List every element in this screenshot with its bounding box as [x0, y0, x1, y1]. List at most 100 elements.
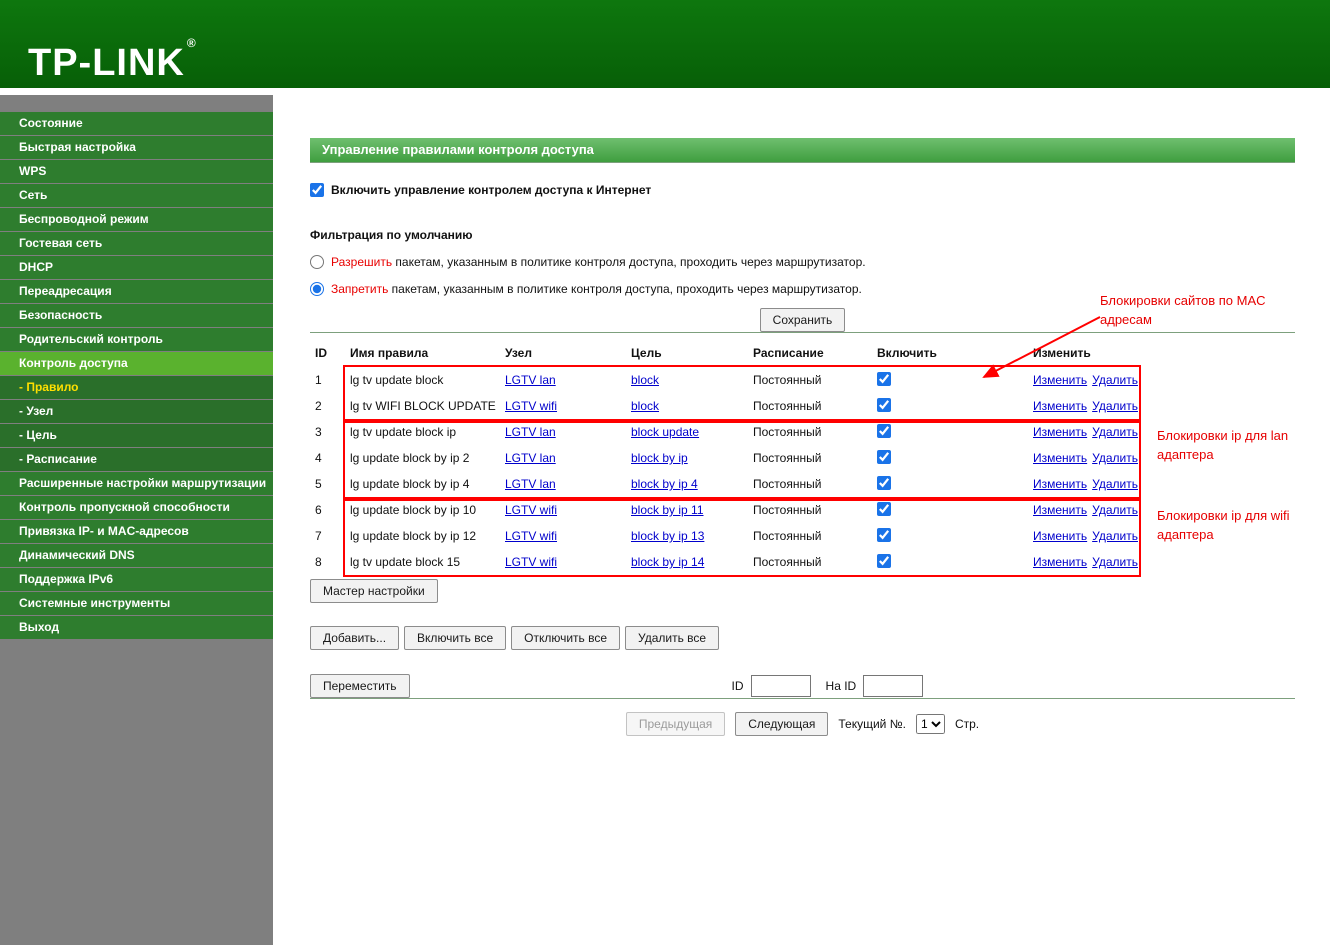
filter-radio-deny[interactable]: [310, 282, 324, 296]
host-link[interactable]: LGTV lan: [505, 425, 556, 439]
divider-table: [310, 332, 1295, 333]
sidebar-item-4[interactable]: Беспроводной режим: [0, 208, 273, 231]
action-button-3[interactable]: Удалить все: [625, 626, 720, 650]
delete-rule-link[interactable]: Удалить: [1092, 451, 1138, 465]
sidebar-item-2[interactable]: WPS: [0, 160, 273, 183]
filter-deny-label: Запретить пакетам, указанным в политике …: [331, 282, 862, 296]
target-link[interactable]: block by ip 4: [631, 477, 698, 491]
sidebar-item-5[interactable]: Гостевая сеть: [0, 232, 273, 255]
sidebar-item-16[interactable]: Контроль пропускной способности: [0, 496, 273, 519]
prev-page-button[interactable]: Предыдущая: [625, 712, 726, 736]
delete-rule-link[interactable]: Удалить: [1092, 529, 1138, 543]
filter-allow-rest: пакетам, указанным в политике контроля д…: [392, 255, 866, 269]
host-link[interactable]: LGTV wifi: [505, 555, 557, 569]
edit-rule-link[interactable]: Изменить: [1033, 503, 1087, 517]
rule-enabled-checkbox[interactable]: [877, 423, 891, 438]
sidebar-item-10[interactable]: Контроль доступа: [0, 352, 273, 375]
rule-enabled-checkbox[interactable]: [877, 371, 891, 386]
action-button-1[interactable]: Включить все: [404, 626, 507, 650]
delete-rule-link[interactable]: Удалить: [1092, 503, 1138, 517]
rule-name: lg update block by ip 2: [350, 451, 470, 465]
rule-enabled-checkbox[interactable]: [877, 475, 891, 490]
current-page-label: Текущий №.: [838, 717, 906, 731]
sidebar-item-6[interactable]: DHCP: [0, 256, 273, 279]
table-row: 4 lg update block by ip 2 LGTV lan block by…: [310, 445, 1295, 471]
rule-schedule: Постоянный: [753, 529, 822, 543]
edit-rule-link[interactable]: Изменить: [1033, 529, 1087, 543]
move-to-input[interactable]: [863, 675, 924, 697]
delete-rule-link[interactable]: Удалить: [1092, 373, 1138, 387]
rule-enabled-checkbox[interactable]: [877, 527, 891, 542]
table-row: 6 lg update block by ip 10 LGTV wifi block …: [310, 497, 1295, 523]
wizard-row: Мастер настройки: [310, 579, 1295, 603]
table-row: 1 lg tv update block LGTV lan block Постоянн…: [310, 367, 1295, 393]
sidebar-item-17[interactable]: Привязка IP- и MAC-адресов: [0, 520, 273, 543]
target-link[interactable]: block by ip 13: [631, 529, 704, 543]
host-link[interactable]: LGTV lan: [505, 373, 556, 387]
action-button-2[interactable]: Отключить все: [511, 626, 621, 650]
delete-rule-link[interactable]: Удалить: [1092, 477, 1138, 491]
host-link[interactable]: LGTV wifi: [505, 529, 557, 543]
sidebar-item-11[interactable]: - Правило: [0, 376, 273, 399]
rule-target-cell: block by ip 14: [626, 555, 748, 569]
sidebar-item-8[interactable]: Безопасность: [0, 304, 273, 327]
filter-heading: Фильтрация по умолчанию: [310, 228, 473, 242]
rule-name: lg update block by ip 12: [350, 529, 477, 543]
edit-rule-link[interactable]: Изменить: [1033, 373, 1087, 387]
rule-enabled-checkbox[interactable]: [877, 397, 891, 412]
sidebar-item-21[interactable]: Выход: [0, 616, 273, 639]
target-link[interactable]: block update: [631, 425, 699, 439]
host-link[interactable]: LGTV wifi: [505, 399, 557, 413]
next-page-button[interactable]: Следующая: [735, 712, 829, 736]
filter-allow-row: Разрешить пакетам, указанным в политике …: [310, 255, 1295, 269]
sidebar-item-1[interactable]: Быстрая настройка: [0, 136, 273, 159]
move-button[interactable]: Переместить: [310, 674, 410, 698]
sidebar-item-18[interactable]: Динамический DNS: [0, 544, 273, 567]
page-title: Управление правилами контроля доступа: [310, 138, 1295, 162]
sidebar-item-3[interactable]: Сеть: [0, 184, 273, 207]
sidebar-item-13[interactable]: - Цель: [0, 424, 273, 447]
delete-rule-link[interactable]: Удалить: [1092, 425, 1138, 439]
target-link[interactable]: block: [631, 399, 659, 413]
main-content: Управление правилами контроля доступа Вк…: [273, 88, 1330, 945]
move-id-input[interactable]: [750, 675, 811, 697]
filter-deny-row: Запретить пакетам, указанным в политике …: [310, 282, 1295, 296]
sidebar-item-19[interactable]: Поддержка IPv6: [0, 568, 273, 591]
target-link[interactable]: block: [631, 373, 659, 387]
save-button[interactable]: Сохранить: [759, 308, 846, 332]
host-link[interactable]: LGTV lan: [505, 451, 556, 465]
host-link[interactable]: LGTV lan: [505, 477, 556, 491]
host-link[interactable]: LGTV wifi: [505, 503, 557, 517]
rule-enable-cell: [870, 449, 1028, 467]
sidebar-item-20[interactable]: Системные инструменты: [0, 592, 273, 615]
edit-rule-link[interactable]: Изменить: [1033, 425, 1087, 439]
rule-schedule: Постоянный: [753, 555, 822, 569]
filter-radio-allow[interactable]: [310, 255, 324, 269]
rule-enabled-checkbox[interactable]: [877, 449, 891, 464]
sidebar-item-0[interactable]: Состояние: [0, 112, 273, 135]
target-link[interactable]: block by ip 11: [631, 503, 704, 517]
target-link[interactable]: block by ip: [631, 451, 688, 465]
rule-schedule: Постоянный: [753, 425, 822, 439]
rule-schedule: Постоянный: [753, 399, 822, 413]
edit-rule-link[interactable]: Изменить: [1033, 555, 1087, 569]
rule-target-cell: block by ip 11: [626, 503, 748, 517]
rule-id: 4: [315, 451, 322, 465]
rule-enabled-checkbox[interactable]: [877, 553, 891, 568]
sidebar-item-9[interactable]: Родительский контроль: [0, 328, 273, 351]
sidebar-item-12[interactable]: - Узел: [0, 400, 273, 423]
sidebar-item-7[interactable]: Переадресация: [0, 280, 273, 303]
delete-rule-link[interactable]: Удалить: [1092, 399, 1138, 413]
edit-rule-link[interactable]: Изменить: [1033, 451, 1087, 465]
sidebar-item-15[interactable]: Расширенные настройки маршрутизации: [0, 472, 273, 495]
setup-wizard-button[interactable]: Мастер настройки: [310, 579, 438, 603]
target-link[interactable]: block by ip 14: [631, 555, 704, 569]
edit-rule-link[interactable]: Изменить: [1033, 477, 1087, 491]
rule-enabled-checkbox[interactable]: [877, 501, 891, 516]
sidebar-item-14[interactable]: - Расписание: [0, 448, 273, 471]
edit-rule-link[interactable]: Изменить: [1033, 399, 1087, 413]
action-button-0[interactable]: Добавить...: [310, 626, 400, 650]
page-select[interactable]: 1: [915, 714, 945, 734]
enable-access-control-checkbox[interactable]: [310, 183, 324, 197]
delete-rule-link[interactable]: Удалить: [1092, 555, 1138, 569]
